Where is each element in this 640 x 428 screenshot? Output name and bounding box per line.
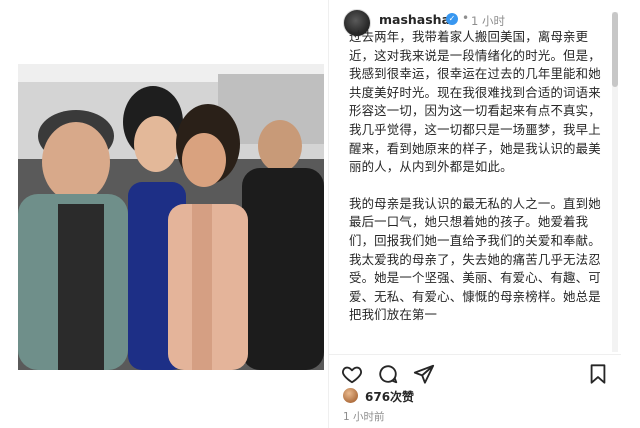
heart-icon[interactable] — [341, 363, 363, 385]
liker-avatar — [343, 388, 358, 403]
post-panel: mashasha ✓ • 1 小时 过去两年，我带着家人搬回美国，离母亲更近，这… — [328, 0, 621, 428]
bookmark-icon[interactable] — [587, 363, 609, 385]
send-icon[interactable] — [413, 363, 435, 385]
caption-scrollbar[interactable] — [612, 12, 618, 352]
comment-icon[interactable] — [377, 363, 399, 385]
caption-paragraph-2: 我的母亲是我认识的最无私的人之一。直到她最后一口气，她只想着她的孩子。她爱着我们… — [349, 195, 601, 323]
post-time-header: 1 小时 — [471, 14, 505, 28]
scrollbar-thumb[interactable] — [612, 12, 618, 87]
post-time-footer[interactable]: 1 小时前 — [343, 409, 385, 424]
likes-count[interactable]: 676次赞 — [365, 388, 414, 405]
separator-dot: • — [462, 11, 470, 25]
username-link[interactable]: mashasha — [379, 12, 450, 27]
family-photo-image — [18, 64, 324, 370]
caption-paragraph-1: 过去两年，我带着家人搬回美国，离母亲更近，这对我来说是一段情绪化的时光。但是，我… — [349, 29, 601, 175]
post-caption: 过去两年，我带着家人搬回美国，离母亲更近，这对我来说是一段情绪化的时光。但是，我… — [349, 28, 611, 344]
post-photo[interactable] — [18, 64, 324, 370]
verified-badge-icon: ✓ — [446, 13, 458, 25]
action-bar — [329, 354, 621, 385]
